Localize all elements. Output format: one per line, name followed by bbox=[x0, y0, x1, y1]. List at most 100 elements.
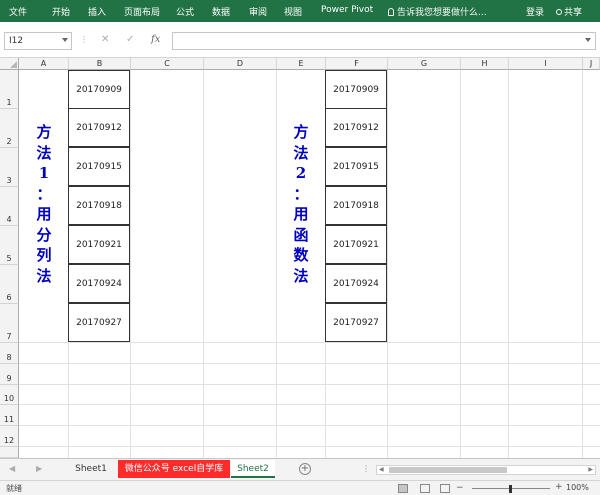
column-header-g[interactable]: G bbox=[388, 58, 461, 70]
scroll-left-icon[interactable]: ◀ bbox=[379, 466, 384, 474]
cell-f7[interactable]: 20170927 bbox=[325, 303, 387, 342]
tab-file[interactable]: 文件 bbox=[9, 5, 27, 18]
more-options-icon[interactable]: ⋮ bbox=[362, 464, 370, 473]
scrollbar-thumb[interactable] bbox=[389, 467, 507, 473]
tab-insert[interactable]: 插入 bbox=[88, 5, 106, 18]
label-char: 方 bbox=[36, 123, 52, 141]
cell-f6[interactable]: 20170924 bbox=[325, 264, 387, 303]
column-header-e[interactable]: E bbox=[277, 58, 326, 70]
cell-f2[interactable]: 20170912 bbox=[325, 108, 387, 147]
zoom-in-button[interactable]: + bbox=[555, 482, 563, 492]
label-char: 函 bbox=[293, 225, 309, 244]
cell-b2[interactable]: 20170912 bbox=[68, 108, 130, 147]
zoom-slider-knob[interactable] bbox=[509, 485, 512, 493]
tab-data[interactable]: 数据 bbox=[212, 5, 230, 18]
sheet-tab-bar: ◀ ▶ Sheet1 微信公众号 excel自学库 Sheet2 + ⋮ ◀ ▶ bbox=[0, 458, 600, 480]
cell-f3[interactable]: 20170915 bbox=[325, 147, 387, 186]
sheet-tab-sheet2[interactable]: Sheet2 bbox=[231, 460, 275, 478]
label-char: 方 bbox=[293, 123, 309, 141]
row-header-10[interactable]: 10 bbox=[0, 385, 19, 405]
name-box[interactable]: I12 bbox=[4, 32, 72, 50]
row-header-8[interactable]: 8 bbox=[0, 343, 19, 364]
plus-icon: + bbox=[300, 463, 310, 474]
method-2-label: 方 法 2 ： 用 函 数 法 bbox=[286, 122, 316, 286]
page-break-view-icon[interactable] bbox=[440, 484, 450, 493]
column-header-h[interactable]: H bbox=[461, 58, 509, 70]
formula-bar-area: I12 ⋮ ✕ ✓ fx bbox=[0, 22, 600, 58]
chevron-down-icon[interactable] bbox=[62, 38, 68, 42]
ribbon-tabs-bar: 文件 开始 插入 页面布局 公式 数据 审阅 视图 Power Pivot 告诉… bbox=[0, 0, 600, 22]
column-header-j[interactable]: J bbox=[583, 58, 600, 70]
cancel-icon[interactable]: ✕ bbox=[101, 34, 109, 45]
row-header-7[interactable]: 7 bbox=[0, 304, 19, 343]
row-header-5[interactable]: 5 bbox=[0, 226, 19, 265]
tab-page-layout[interactable]: 页面布局 bbox=[124, 5, 160, 18]
label-char: ： bbox=[36, 184, 52, 203]
column-header-a[interactable]: A bbox=[19, 58, 69, 70]
share-button[interactable]: 共享 bbox=[556, 5, 582, 18]
cell-b4[interactable]: 20170918 bbox=[68, 186, 130, 225]
label-char: 用 bbox=[36, 205, 52, 223]
lightbulb-icon bbox=[388, 8, 394, 16]
tab-review[interactable]: 审阅 bbox=[249, 5, 267, 18]
row-header-11[interactable]: 11 bbox=[0, 405, 19, 426]
tab-power-pivot[interactable]: Power Pivot bbox=[321, 5, 373, 15]
label-char: 法 bbox=[293, 143, 309, 162]
cell-b5[interactable]: 20170921 bbox=[68, 225, 130, 264]
scroll-right-icon[interactable]: ▶ bbox=[588, 466, 593, 474]
row-header-6[interactable]: 6 bbox=[0, 265, 19, 304]
tell-me-text: 告诉我您想要做什么... bbox=[397, 8, 487, 18]
normal-view-icon[interactable] bbox=[398, 484, 408, 493]
zoom-out-button[interactable]: − bbox=[456, 483, 464, 493]
label-char: 法 bbox=[36, 143, 52, 162]
cell-b3[interactable]: 20170915 bbox=[68, 147, 130, 186]
row-header-12[interactable]: 12 bbox=[0, 426, 19, 447]
horizontal-scrollbar[interactable]: ◀ ▶ bbox=[376, 465, 596, 475]
label-char: 1 bbox=[38, 164, 50, 182]
tab-view[interactable]: 视图 bbox=[284, 5, 302, 18]
label-char: 用 bbox=[293, 205, 309, 223]
cell-f4[interactable]: 20170918 bbox=[325, 186, 387, 225]
next-sheet-icon[interactable]: ▶ bbox=[36, 464, 42, 473]
worksheet-grid[interactable]: A B C D E F G H I J 1 2 3 4 5 6 7 8 9 10… bbox=[0, 58, 600, 458]
page-layout-view-icon[interactable] bbox=[420, 484, 430, 493]
row-header-9[interactable]: 9 bbox=[0, 364, 19, 385]
enter-check-icon[interactable]: ✓ bbox=[126, 34, 134, 45]
cell-b6[interactable]: 20170924 bbox=[68, 264, 130, 303]
column-header-b[interactable]: B bbox=[69, 58, 131, 70]
column-header-c[interactable]: C bbox=[131, 58, 204, 70]
zoom-slider[interactable] bbox=[472, 485, 550, 493]
cell-b1[interactable]: 20170909 bbox=[68, 70, 130, 109]
share-label: 共享 bbox=[564, 8, 583, 18]
prev-sheet-icon[interactable]: ◀ bbox=[9, 464, 15, 473]
row-header-4[interactable]: 4 bbox=[0, 187, 19, 226]
column-header-d[interactable]: D bbox=[204, 58, 277, 70]
row-header-13[interactable] bbox=[0, 447, 19, 458]
tab-home[interactable]: 开始 bbox=[52, 5, 70, 18]
formula-input[interactable] bbox=[172, 32, 596, 50]
cell-f1[interactable]: 20170909 bbox=[325, 70, 387, 109]
row-header-1[interactable]: 1 bbox=[0, 70, 19, 109]
login-link[interactable]: 登录 bbox=[526, 5, 544, 18]
add-sheet-button[interactable]: + bbox=[299, 463, 311, 475]
insert-function-icon[interactable]: fx bbox=[151, 34, 160, 45]
cell-f5[interactable]: 20170921 bbox=[325, 225, 387, 264]
label-char: 法 bbox=[293, 266, 309, 285]
row-header-3[interactable]: 3 bbox=[0, 148, 19, 187]
column-header-f[interactable]: F bbox=[326, 58, 388, 70]
column-header-i[interactable]: I bbox=[509, 58, 583, 70]
row-header-2[interactable]: 2 bbox=[0, 109, 19, 148]
method-1-label: 方 法 1 ： 用 分 列 法 bbox=[29, 122, 59, 286]
tab-formulas[interactable]: 公式 bbox=[176, 5, 194, 18]
expand-formula-icon[interactable] bbox=[585, 38, 591, 42]
zoom-level[interactable]: 100% bbox=[566, 483, 589, 492]
drag-handle-icon[interactable]: ⋮ bbox=[80, 35, 88, 44]
cell-b7[interactable]: 20170927 bbox=[68, 303, 130, 342]
sheet-tab-wechat[interactable]: 微信公众号 excel自学库 bbox=[118, 460, 230, 478]
label-char: 法 bbox=[36, 266, 52, 285]
tell-me-search[interactable]: 告诉我您想要做什么... bbox=[388, 5, 487, 18]
sheet-tab-sheet1[interactable]: Sheet1 bbox=[66, 460, 116, 478]
select-all-corner[interactable] bbox=[0, 58, 19, 70]
name-box-value: I12 bbox=[9, 36, 24, 46]
label-char: 数 bbox=[293, 246, 309, 264]
